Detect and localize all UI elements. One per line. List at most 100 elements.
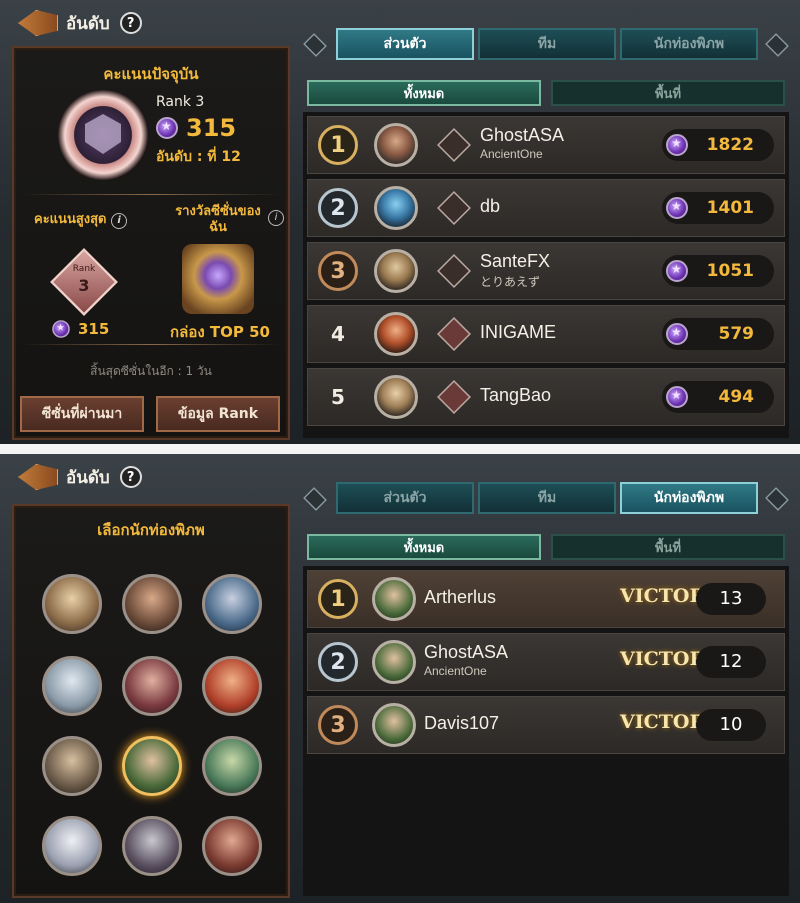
page-title: อันดับ [66, 13, 110, 34]
current-score-title: คะแนนปัจจุบัน [103, 65, 199, 83]
hero-portrait[interactable] [122, 574, 182, 634]
hero-portrait[interactable] [202, 574, 262, 634]
past-seasons-button[interactable]: ซีซั่นที่ผ่านมา [20, 396, 144, 432]
list-item[interactable]: 3 SanteFX とりあえず 1051 [307, 242, 785, 300]
list-item[interactable]: 2 db 1401 [307, 179, 785, 237]
hero-portrait[interactable] [42, 736, 102, 796]
list-item[interactable]: 4 INIGAME 579 [307, 305, 785, 363]
hero-portrait[interactable] [42, 656, 102, 716]
rank-emblem-icon [58, 90, 148, 180]
hero-portrait[interactable] [202, 736, 262, 796]
avatar[interactable] [372, 577, 416, 621]
page-title: อันดับ [66, 467, 110, 488]
category-tabs: ส่วนตัว ทีม นักท่องพิภพ [300, 482, 798, 516]
hero-portrait[interactable] [202, 656, 262, 716]
score-value: 494 [718, 387, 755, 407]
purple-star-gem-icon [666, 386, 688, 408]
tab-personal[interactable]: ส่วนตัว [336, 28, 474, 60]
score-pill: 1051 [662, 255, 774, 287]
list-item[interactable]: 3 Davis107 VICTORY 10 [307, 696, 785, 754]
tab-all[interactable]: ทั้งหมด [307, 534, 541, 560]
highest-score-label: คะแนนสูงสุด i [34, 208, 128, 229]
tab-wanderer[interactable]: นักท่องพิภพ [620, 28, 758, 60]
rank-medal: 2 [318, 642, 358, 682]
player-name: INIGAME [480, 322, 557, 342]
leaderboard-personal-panel: อันดับ ? คะแนนปัจจุบัน Rank 3 315 อันดับ… [0, 0, 800, 444]
rank-info-button[interactable]: ข้อมูล Rank [156, 396, 280, 432]
help-button[interactable]: ? [119, 466, 142, 488]
player-name: Artherlus [424, 587, 497, 607]
score-value: 1401 [706, 198, 754, 218]
sub-tabs: ทั้งหมด พื้นที่ [307, 534, 785, 562]
rank-medal: 2 [318, 188, 358, 228]
victory-count: 12 [696, 646, 766, 678]
back-arrow-icon[interactable] [18, 464, 58, 490]
avatar[interactable] [372, 640, 416, 684]
score-pill: 1401 [662, 192, 774, 224]
info-icon[interactable]: i [268, 210, 284, 226]
back-arrow-icon[interactable] [18, 10, 58, 36]
info-icon[interactable]: i [111, 213, 128, 229]
tab-all[interactable]: ทั้งหมด [307, 80, 541, 106]
tab-team[interactable]: ทีม [478, 28, 616, 60]
divider [22, 344, 280, 345]
victory-count: 10 [696, 709, 766, 741]
ranking-list: 1 Artherlus VICTORY 13 2 GhostASA Ancien… [303, 566, 789, 896]
leaderboard-wanderer-panel: อันดับ ? เลือกนักท่องพิภพ ส่วนตัว ทีม นั… [0, 454, 800, 903]
avatar[interactable] [374, 186, 418, 230]
rank-medal: 1 [318, 579, 358, 619]
score-value: 1822 [706, 135, 754, 155]
select-hero-title: เลือกนักท่องพิภพ [97, 521, 205, 539]
hero-portrait[interactable] [122, 816, 182, 876]
avatar[interactable] [374, 312, 418, 356]
position-label: อันดับ : ที่ 12 [156, 149, 241, 165]
player-guild: とりあえず [480, 275, 541, 289]
help-button[interactable]: ? [119, 12, 142, 34]
hero-portrait[interactable] [42, 574, 102, 634]
rank-badge-icon [437, 380, 471, 414]
treasure-chest-icon[interactable] [182, 244, 254, 314]
header: อันดับ ? [18, 6, 142, 40]
rank-medal: 1 [318, 125, 358, 165]
hero-portrait[interactable] [42, 816, 102, 876]
hero-portrait[interactable] [122, 656, 182, 716]
rank-medal: 3 [318, 251, 358, 291]
sub-tabs: ทั้งหมด พื้นที่ [307, 80, 785, 108]
rank-badge-icon [437, 128, 471, 162]
rank-medal: 3 [318, 705, 358, 745]
avatar[interactable] [374, 375, 418, 419]
list-item[interactable]: 5 TangBao 494 [307, 368, 785, 426]
header: อันดับ ? [18, 460, 142, 494]
rank-badge-icon [437, 317, 471, 351]
list-item[interactable]: 2 GhostASA AncientOne VICTORY 12 [307, 633, 785, 691]
badge-rank-label: Rank [72, 264, 96, 274]
highest-score: 315 [50, 318, 109, 340]
purple-star-gem-icon [666, 260, 688, 282]
tab-team[interactable]: ทีม [478, 482, 616, 514]
avatar[interactable] [372, 703, 416, 747]
badge-rank-number: 3 [78, 276, 90, 295]
divider [22, 194, 280, 195]
list-item[interactable]: 1 GhostASA AncientOne 1822 [307, 116, 785, 174]
tab-personal[interactable]: ส่วนตัว [336, 482, 474, 514]
player-name: TangBao [480, 385, 552, 405]
ornament-icon [303, 33, 327, 57]
list-item[interactable]: 1 Artherlus VICTORY 13 [307, 570, 785, 628]
score-summary-box: คะแนนปัจจุบัน Rank 3 315 อันดับ : ที่ 12… [12, 46, 290, 440]
tab-region[interactable]: พื้นที่ [551, 80, 785, 106]
purple-star-gem-icon [666, 323, 688, 345]
score-value: 1051 [706, 261, 754, 281]
current-score: 315 [156, 114, 236, 142]
tab-wanderer[interactable]: นักท่องพิภพ [620, 482, 758, 514]
purple-star-gem-icon [666, 134, 688, 156]
hero-portrait-selected[interactable] [122, 736, 182, 796]
hero-portrait[interactable] [202, 816, 262, 876]
score-pill: 579 [662, 318, 774, 350]
player-guild: AncientOne [424, 664, 487, 678]
avatar[interactable] [374, 249, 418, 293]
tab-region[interactable]: พื้นที่ [551, 534, 785, 560]
avatar[interactable] [374, 123, 418, 167]
ranking-list: 1 GhostASA AncientOne 1822 2 db 1401 3 S… [303, 112, 789, 438]
divider [0, 444, 800, 454]
hero-select-box: เลือกนักท่องพิภพ [12, 504, 290, 898]
